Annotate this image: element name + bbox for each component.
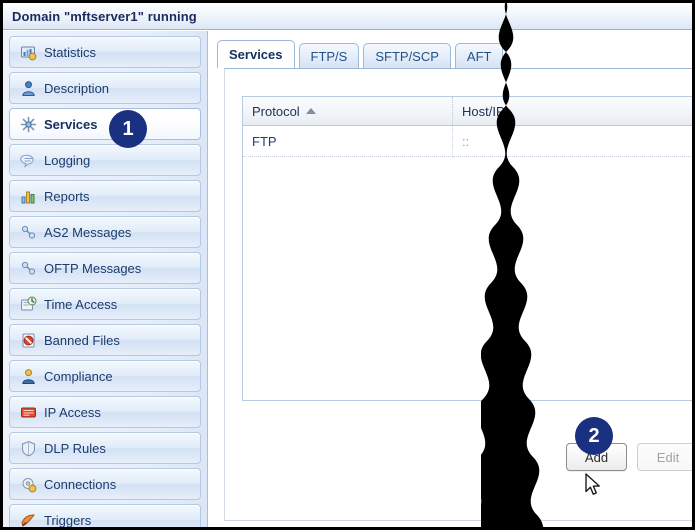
sidebar-item-ip-access[interactable]: IP Access bbox=[9, 396, 201, 428]
tab-label: Services bbox=[229, 47, 283, 62]
tab-aft[interactable]: AFT bbox=[454, 43, 504, 68]
sidebar-item-label: Reports bbox=[44, 188, 90, 204]
sidebar-item-banned-files[interactable]: Banned Files bbox=[9, 324, 201, 356]
sidebar-item-triggers[interactable]: Triggers bbox=[9, 504, 201, 527]
sidebar-item-time-access[interactable]: Time Access bbox=[9, 288, 201, 320]
step-badge-1-number: 1 bbox=[122, 118, 134, 140]
sidebar-item-label: Services bbox=[44, 116, 98, 132]
banned-files-icon bbox=[20, 332, 37, 349]
as2-messages-icon bbox=[20, 224, 37, 241]
services-grid[interactable]: Protocol Host/IP FTP :: bbox=[242, 96, 692, 401]
time-access-icon bbox=[20, 296, 37, 313]
sidebar-item-logging[interactable]: Logging bbox=[9, 144, 201, 176]
edit-button-label: Edit bbox=[656, 449, 680, 465]
column-header-hostip[interactable]: Host/IP bbox=[452, 97, 692, 126]
tab-label: SFTP/SCP bbox=[375, 48, 439, 64]
window-title-bar: Domain "mftserver1" running bbox=[3, 3, 692, 30]
table-header-row: Protocol Host/IP bbox=[243, 97, 692, 126]
ip-access-icon bbox=[20, 404, 37, 421]
sidebar-item-compliance[interactable]: Compliance bbox=[9, 360, 201, 392]
sidebar-item-statistics[interactable]: Statistics bbox=[9, 36, 201, 68]
tab-label: FTP/S bbox=[310, 48, 348, 64]
tab-ftp-s[interactable]: FTP/S bbox=[298, 43, 360, 68]
reports-icon bbox=[20, 188, 37, 205]
sidebar-item-reports[interactable]: Reports bbox=[9, 180, 201, 212]
sidebar-item-label: Triggers bbox=[44, 512, 92, 528]
tab-label: AFT bbox=[466, 48, 492, 64]
sidebar-item-oftp-messages[interactable]: OFTP Messages bbox=[9, 252, 201, 284]
column-header-protocol-label: Protocol bbox=[252, 103, 300, 119]
oftp-messages-icon bbox=[20, 260, 37, 277]
sidebar-item-label: IP Access bbox=[44, 404, 101, 420]
sidebar-item-label: Description bbox=[44, 80, 110, 96]
step-badge-1: 1 bbox=[109, 110, 147, 148]
cell-hostip: :: bbox=[452, 125, 692, 157]
sidebar-item-label: Compliance bbox=[44, 368, 113, 384]
table-body: FTP :: bbox=[243, 125, 692, 157]
sidebar-item-label: Banned Files bbox=[44, 332, 120, 348]
sidebar-item-label: Logging bbox=[44, 152, 91, 168]
cell-protocol: FTP bbox=[243, 125, 453, 157]
sidebar-item-description[interactable]: Description bbox=[9, 72, 201, 104]
description-icon bbox=[20, 80, 37, 97]
services-table: Protocol Host/IP FTP :: bbox=[243, 97, 692, 157]
sidebar-item-label: OFTP Messages bbox=[44, 260, 142, 276]
statistics-icon bbox=[20, 44, 37, 61]
column-header-hostip-label: Host/IP bbox=[462, 103, 505, 119]
sidebar-item-label: AS2 Messages bbox=[44, 224, 132, 240]
tab-services[interactable]: Services bbox=[217, 40, 295, 68]
triggers-icon bbox=[20, 512, 37, 528]
services-icon bbox=[20, 116, 37, 133]
page-title: Domain "mftserver1" running bbox=[12, 8, 197, 24]
step-badge-2: 2 bbox=[575, 417, 613, 455]
sidebar-item-label: Statistics bbox=[44, 44, 97, 60]
tab-sftp-scp[interactable]: SFTP/SCP bbox=[363, 43, 451, 68]
tab-strip[interactable]: Services FTP/S SFTP/SCP AFT bbox=[209, 40, 507, 68]
step-badge-2-number: 2 bbox=[588, 425, 600, 447]
sort-ascending-icon bbox=[305, 108, 316, 115]
edit-button: Edit bbox=[637, 443, 692, 471]
column-header-protocol[interactable]: Protocol bbox=[243, 97, 453, 126]
compliance-icon bbox=[20, 368, 37, 385]
logging-icon bbox=[20, 152, 37, 169]
table-row[interactable]: FTP :: bbox=[243, 125, 692, 157]
sidebar-item-services[interactable]: Services bbox=[9, 108, 201, 140]
sidebar-item-as2-messages[interactable]: AS2 Messages bbox=[9, 216, 201, 248]
sidebar-item-label: Time Access bbox=[44, 296, 118, 312]
application-window: Domain "mftserver1" running Statistics De… bbox=[0, 0, 695, 530]
